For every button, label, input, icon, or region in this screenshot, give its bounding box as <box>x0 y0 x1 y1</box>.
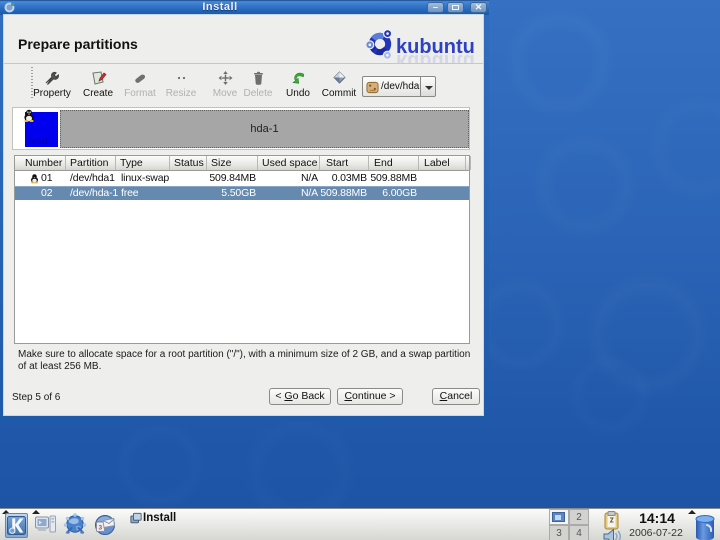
svg-text:3: 3 <box>99 525 103 532</box>
svg-text:kubuntu: kubuntu <box>396 50 475 64</box>
